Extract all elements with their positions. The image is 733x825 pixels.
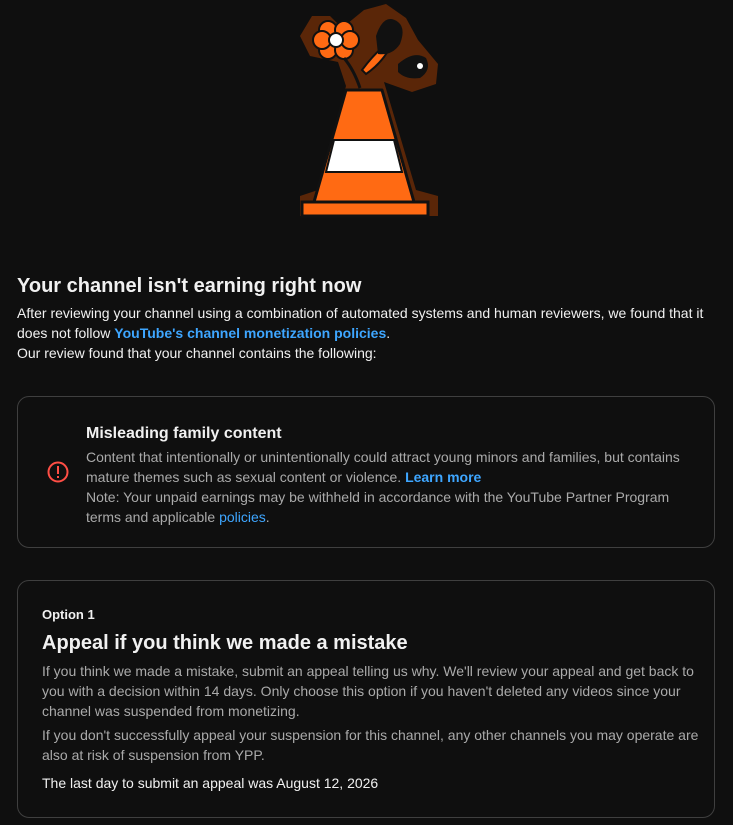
appeal-risk-warning: If you don't successfully appeal your su… [42, 727, 699, 763]
appeal-option-content: Option 1 Appeal if you think we made a m… [42, 605, 702, 793]
violation-description: Content that intentionally or unintentio… [86, 449, 680, 485]
alert-circle-icon [47, 461, 69, 483]
traffic-cone-illustration [300, 4, 438, 218]
intro-text: After reviewing your channel using a com… [17, 303, 717, 363]
violation-details: Misleading family content Content that i… [86, 423, 696, 527]
page-title: Your channel isn't earning right now [17, 275, 362, 297]
appeal-deadline: The last day to submit an appeal was Aug… [42, 775, 379, 791]
option-title: Appeal if you think we made a mistake [42, 632, 408, 654]
violation-title: Misleading family content [86, 425, 282, 442]
appeal-option-card: Option 1 Appeal if you think we made a m… [17, 580, 715, 818]
appeal-explanation: If you think we made a mistake, submit a… [42, 663, 694, 719]
earnings-note: Note: Your unpaid earnings may be withhe… [86, 489, 670, 525]
review-found-text: Our review found that your channel conta… [17, 345, 377, 361]
review-summary: After reviewing your channel using a com… [17, 305, 704, 341]
option-label: Option 1 [42, 607, 95, 622]
violation-card: Misleading family content Content that i… [17, 396, 715, 548]
monetization-policies-link[interactable]: YouTube's channel monetization policies [114, 325, 386, 341]
learn-more-link[interactable]: Learn more [405, 469, 481, 485]
flower-icon [312, 20, 360, 60]
policies-link[interactable]: policies [219, 509, 266, 525]
